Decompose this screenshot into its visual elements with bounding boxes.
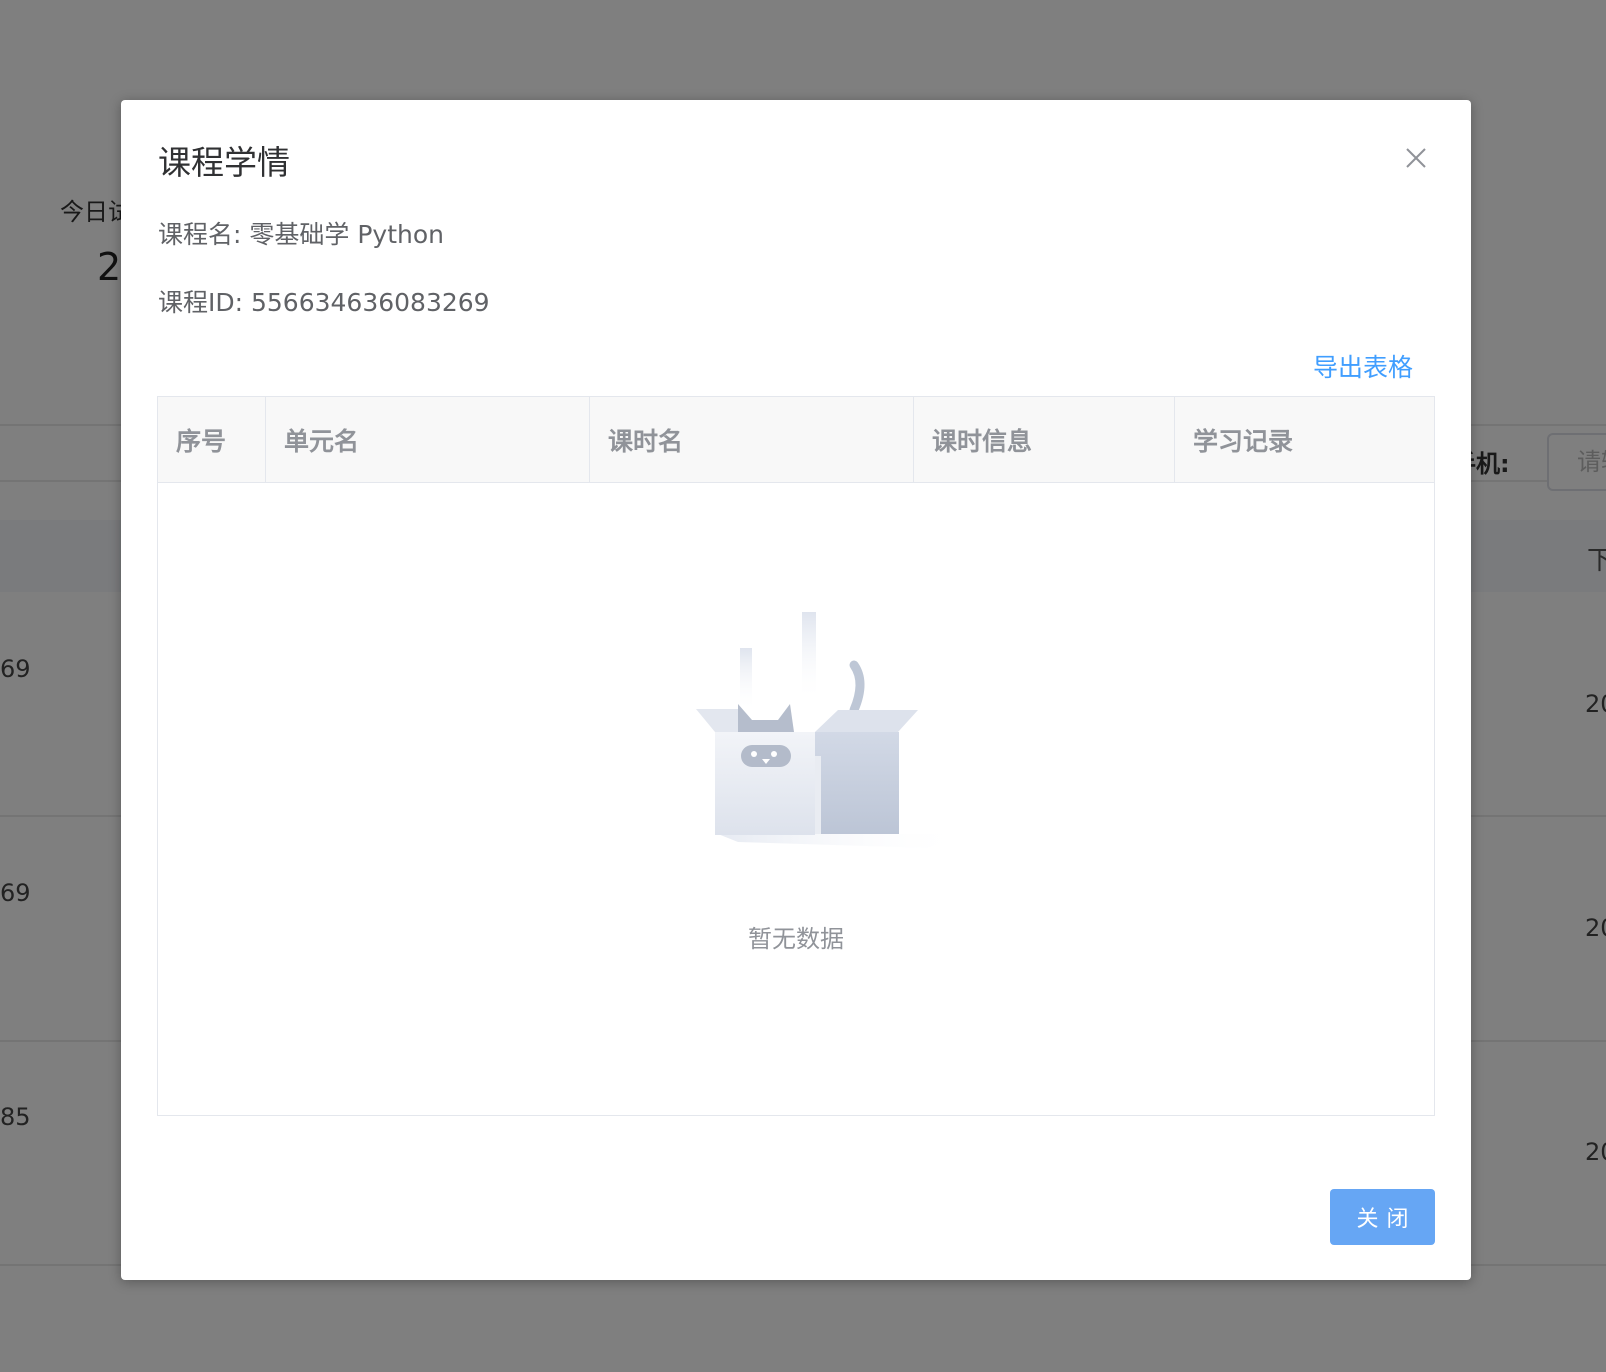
export-table-link[interactable]: 导出表格 (1313, 348, 1413, 384)
column-header-study-record[interactable]: 学习记录 (1175, 397, 1434, 482)
close-button[interactable]: 关闭 (1330, 1189, 1435, 1245)
course-id-label: 课程ID: (158, 288, 244, 317)
dialog-title: 课程学情 (158, 143, 290, 182)
course-name-row: 课程名: 零基础学 Python (158, 215, 444, 251)
course-id-value: 556634636083269 (251, 288, 490, 317)
course-study-dialog: 课程学情 课程名: 零基础学 Python 课程ID: 556634636083… (121, 100, 1471, 1280)
page: 今日试 2 手机: 请输入 下 69 20 69 20 85 20 课程学情 课… (0, 0, 1606, 1372)
study-table: 序号 单元名 课时名 课时信息 学习记录 暂无数据 (157, 396, 1435, 1116)
column-header-lesson-info[interactable]: 课时信息 (914, 397, 1175, 482)
column-header-unit-name[interactable]: 单元名 (266, 397, 590, 482)
course-name-label: 课程名: (158, 220, 242, 249)
empty-state-text: 暂无数据 (748, 925, 844, 953)
course-id-row: 课程ID: 556634636083269 (158, 283, 490, 319)
close-icon[interactable] (1403, 145, 1429, 171)
column-header-lesson-name[interactable]: 课时名 (590, 397, 914, 482)
empty-box-cat-illustration (678, 612, 968, 862)
table-header: 序号 单元名 课时名 课时信息 学习记录 (158, 397, 1434, 483)
course-name-value: 零基础学 Python (249, 220, 444, 249)
column-header-index[interactable]: 序号 (158, 397, 266, 482)
